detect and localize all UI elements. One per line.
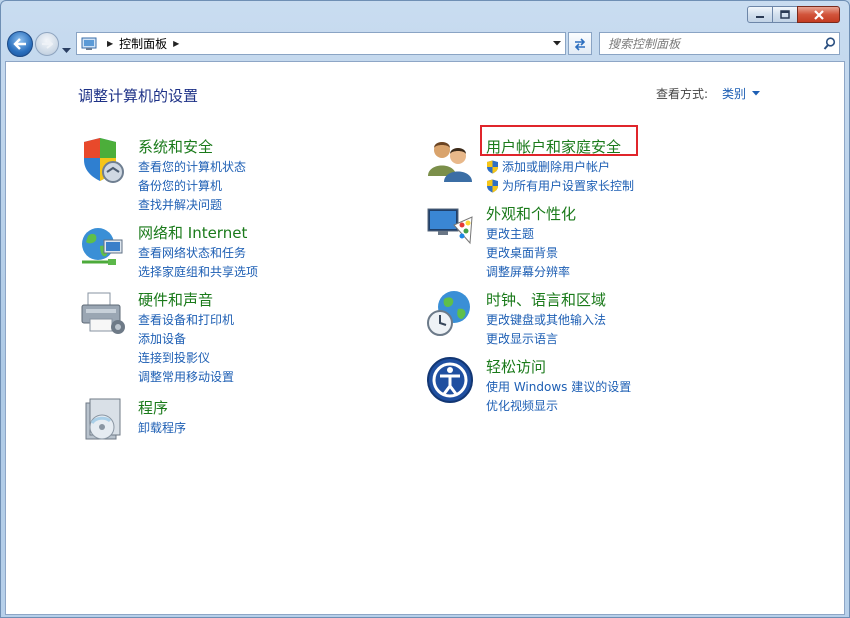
category-title[interactable]: 硬件和声音 xyxy=(138,289,213,310)
forward-button[interactable] xyxy=(35,32,59,56)
caption-buttons xyxy=(747,6,840,23)
recent-pages-dropdown[interactable] xyxy=(62,39,71,58)
breadcrumb-separator-icon: ▶ xyxy=(107,39,114,48)
category-links: 查看您的计算机状态 备份您的计算机 查找并解决问题 xyxy=(138,157,246,214)
link-recommended-settings[interactable]: 使用 Windows 建议的设置 xyxy=(486,377,631,396)
address-dropdown[interactable] xyxy=(549,33,565,54)
category-title[interactable]: 系统和安全 xyxy=(138,136,213,157)
users-icon xyxy=(428,142,472,182)
search-box xyxy=(599,32,840,55)
breadcrumb-control-panel[interactable]: 控制面板 xyxy=(119,35,167,52)
link-homegroup[interactable]: 选择家庭组和共享选项 xyxy=(138,262,258,281)
control-panel-icon xyxy=(81,37,97,50)
link-parental-controls[interactable]: 为所有用户设置家长控制 xyxy=(486,176,634,195)
link-backup[interactable]: 备份您的计算机 xyxy=(138,176,246,195)
link-text[interactable]: 为所有用户设置家长控制 xyxy=(502,177,634,194)
programs-disc-icon xyxy=(85,398,121,440)
address-bar[interactable]: ▶ 控制面板 ▶ xyxy=(76,32,566,55)
arrow-right-icon xyxy=(42,39,53,49)
highlight-box xyxy=(480,125,638,156)
chevron-down-icon[interactable] xyxy=(752,91,761,96)
close-button[interactable] xyxy=(797,6,840,23)
content-pane: 调整计算机的设置 查看方式: 类别 系统和安全 查看您的计算机状态 备份您的计算… xyxy=(5,61,845,615)
category-links: 更改键盘或其他输入法 更改显示语言 xyxy=(486,310,606,348)
category-title[interactable]: 时钟、语言和区域 xyxy=(486,289,606,310)
chevron-down-icon xyxy=(553,41,561,46)
category-links: 查看网络状态和任务 选择家庭组和共享选项 xyxy=(138,243,258,281)
shield-security-icon xyxy=(84,138,124,183)
clock-globe-icon xyxy=(427,291,470,336)
link-optimize-video[interactable]: 优化视频显示 xyxy=(486,396,631,415)
maximize-icon xyxy=(780,10,790,19)
network-globe-icon xyxy=(82,228,123,265)
category-title[interactable]: 网络和 Internet xyxy=(138,222,247,243)
link-uninstall[interactable]: 卸载程序 xyxy=(138,418,186,437)
ease-of-access-icon xyxy=(427,357,473,403)
category-title[interactable]: 程序 xyxy=(138,397,168,418)
link-change-theme[interactable]: 更改主题 xyxy=(486,224,570,243)
link-text[interactable]: 添加或删除用户帐户 xyxy=(502,158,610,175)
view-by-label: 查看方式: xyxy=(656,87,709,101)
page-title: 调整计算机的设置 xyxy=(78,87,199,105)
close-icon xyxy=(813,9,824,20)
search-button[interactable] xyxy=(819,37,839,50)
breadcrumb-separator-icon[interactable]: ▶ xyxy=(173,39,179,48)
category-links: 卸载程序 xyxy=(138,418,186,437)
control-panel-window: ▶ 控制面板 ▶ 调整计算机的设置 查看方式: 类别 xyxy=(0,0,850,618)
printer-hardware-icon xyxy=(81,292,125,334)
category-title[interactable]: 轻松访问 xyxy=(486,356,546,377)
back-button[interactable] xyxy=(7,31,33,57)
refresh-button[interactable] xyxy=(568,32,592,55)
monitor-palette-icon xyxy=(427,208,473,245)
arrow-left-icon xyxy=(13,38,26,50)
maximize-button[interactable] xyxy=(772,6,798,23)
minimize-button[interactable] xyxy=(747,6,773,23)
category-links: 使用 Windows 建议的设置 优化视频显示 xyxy=(486,377,631,415)
search-icon xyxy=(823,37,835,50)
search-input[interactable] xyxy=(600,35,819,52)
category-links: 查看设备和打印机 添加设备 连接到投影仪 调整常用移动设置 xyxy=(138,310,234,386)
uac-shield-icon xyxy=(487,179,498,192)
link-view-status[interactable]: 查看您的计算机状态 xyxy=(138,157,246,176)
view-by: 查看方式: 类别 xyxy=(656,85,761,102)
category-links: 更改主题 更改桌面背景 调整屏幕分辨率 xyxy=(486,224,570,281)
chevron-down-icon xyxy=(62,48,71,53)
link-desktop-background[interactable]: 更改桌面背景 xyxy=(486,243,570,262)
link-troubleshoot[interactable]: 查找并解决问题 xyxy=(138,195,246,214)
link-mobility[interactable]: 调整常用移动设置 xyxy=(138,367,234,386)
refresh-icon xyxy=(574,37,586,51)
link-keyboard-input[interactable]: 更改键盘或其他输入法 xyxy=(486,310,606,329)
link-network-status[interactable]: 查看网络状态和任务 xyxy=(138,243,258,262)
minimize-icon xyxy=(756,15,764,18)
link-devices-printers[interactable]: 查看设备和打印机 xyxy=(138,310,234,329)
link-add-device[interactable]: 添加设备 xyxy=(138,329,234,348)
navigation-bar: ▶ 控制面板 ▶ xyxy=(1,29,849,59)
category-links: 添加或删除用户帐户 为所有用户设置家长控制 xyxy=(486,157,634,195)
link-projector[interactable]: 连接到投影仪 xyxy=(138,348,234,367)
link-screen-resolution[interactable]: 调整屏幕分辨率 xyxy=(486,262,570,281)
link-display-language[interactable]: 更改显示语言 xyxy=(486,329,606,348)
view-by-dropdown[interactable]: 类别 xyxy=(722,85,746,102)
link-add-remove-accounts[interactable]: 添加或删除用户帐户 xyxy=(486,157,634,176)
uac-shield-icon xyxy=(487,160,498,173)
category-title[interactable]: 外观和个性化 xyxy=(486,203,576,224)
